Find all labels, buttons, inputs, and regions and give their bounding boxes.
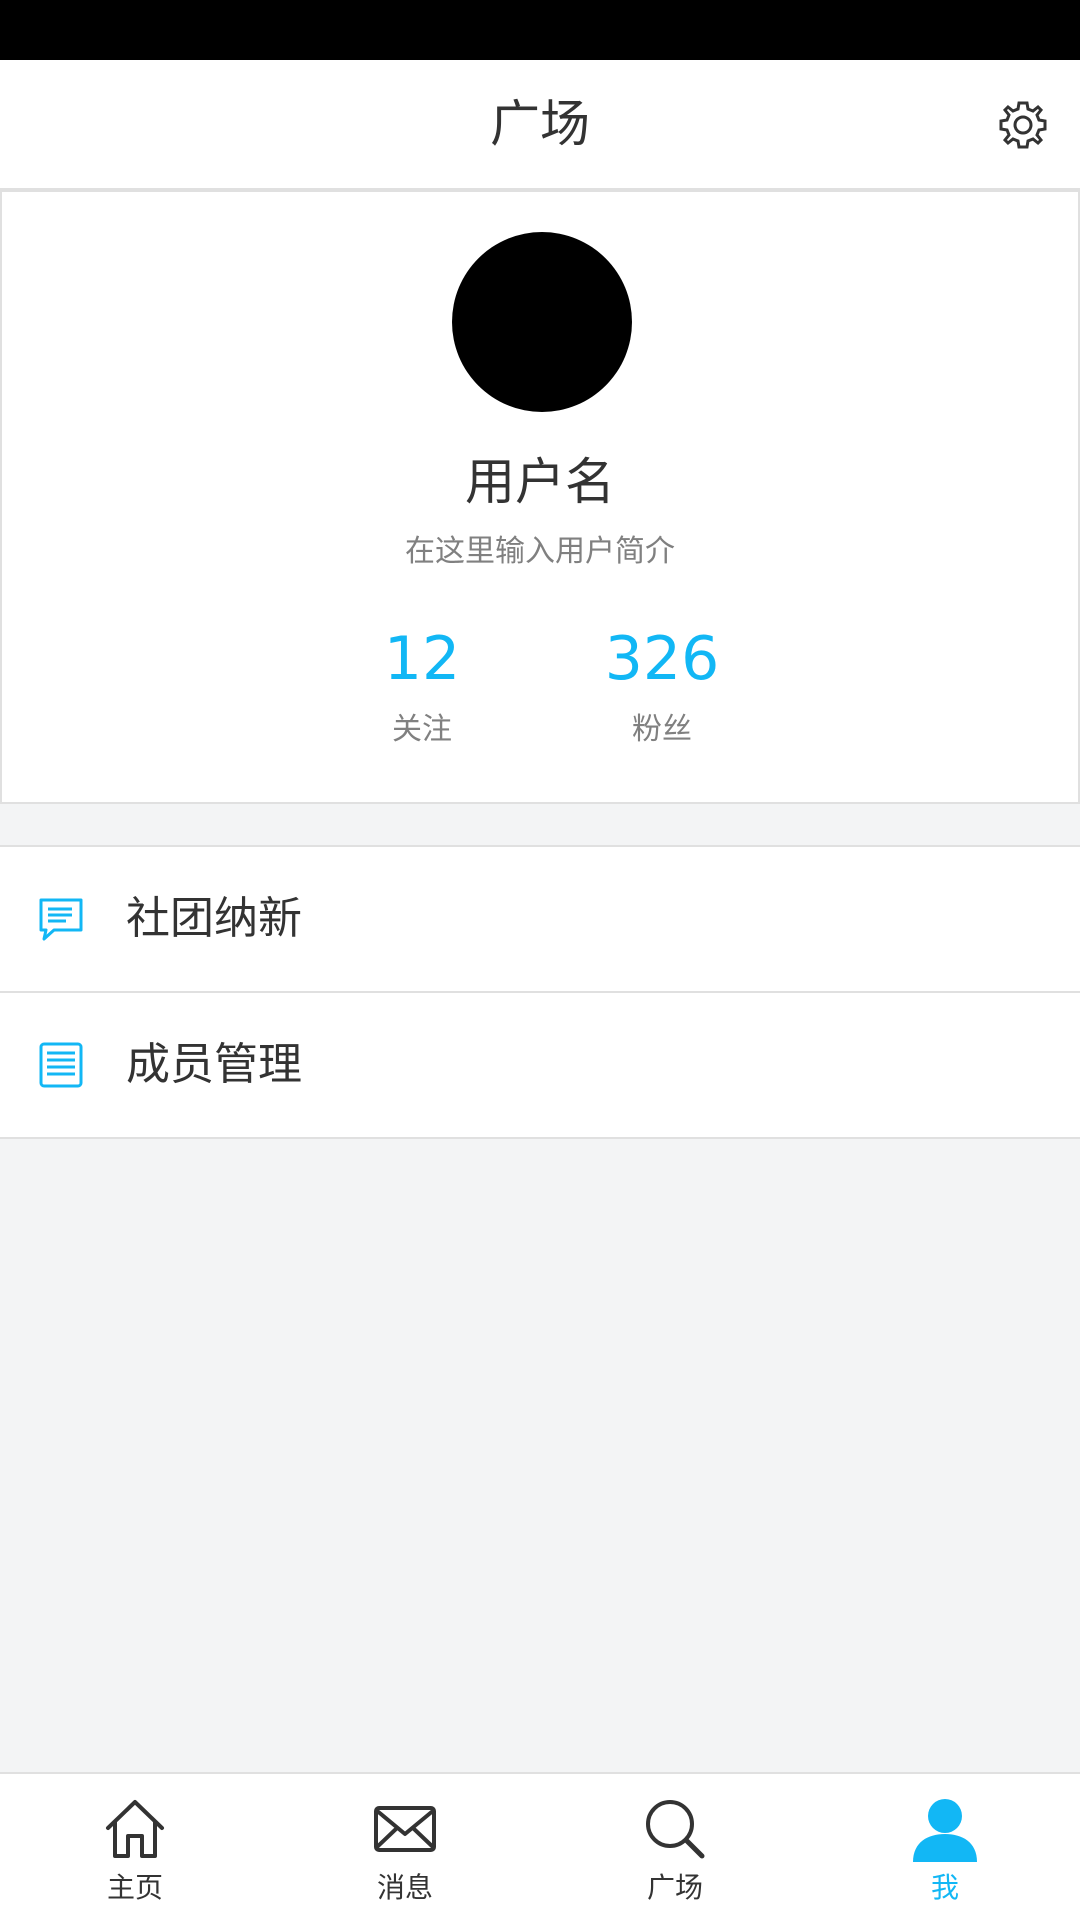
avatar[interactable] — [452, 232, 632, 412]
tab-home[interactable]: 主页 — [0, 1774, 270, 1920]
following-label: 关注 — [392, 712, 452, 747]
tab-square[interactable]: 广场 — [540, 1774, 810, 1920]
tab-label: 广场 — [646, 1871, 703, 1904]
tab-messages[interactable]: 消息 — [270, 1774, 540, 1920]
fans-count: 326 — [604, 624, 720, 694]
home-icon — [106, 1800, 164, 1858]
chat-bubble-icon — [39, 898, 83, 941]
following-stat[interactable]: 12 关注 — [332, 624, 512, 748]
tab-label: 我 — [930, 1871, 959, 1904]
profile-card: 用户名 在这里输入用户简介 12 关注 326 粉丝 — [0, 190, 1080, 804]
envelope-icon — [374, 1806, 436, 1852]
tab-label: 主页 — [106, 1871, 163, 1904]
username: 用户名 — [465, 453, 615, 511]
following-count: 12 — [383, 624, 461, 694]
gear-icon — [999, 101, 1047, 149]
status-bar — [0, 0, 1080, 60]
fans-stat[interactable]: 326 粉丝 — [572, 624, 752, 748]
menu-item-member-management[interactable]: 成员管理 — [0, 991, 1080, 1137]
menu-item-label: 成员管理 — [126, 1039, 302, 1090]
search-icon — [646, 1800, 705, 1859]
app-header: 广场 — [0, 60, 1080, 190]
menu-item-label: 社团纳新 — [126, 893, 302, 944]
menu-item-club-recruitment[interactable]: 社团纳新 — [0, 847, 1080, 991]
settings-button[interactable] — [996, 98, 1050, 152]
user-icon — [913, 1799, 977, 1862]
tab-me[interactable]: 我 — [810, 1774, 1080, 1920]
fans-label: 粉丝 — [632, 712, 692, 747]
page-title: 广场 — [490, 95, 590, 153]
menu-list: 社团纳新 成员管理 — [0, 845, 1080, 1139]
user-bio: 在这里输入用户简介 — [405, 534, 675, 569]
tab-label: 消息 — [376, 1871, 433, 1904]
list-icon — [39, 1042, 83, 1088]
bottom-tab-bar: 主页 消息 广场 我 — [0, 1772, 1080, 1920]
